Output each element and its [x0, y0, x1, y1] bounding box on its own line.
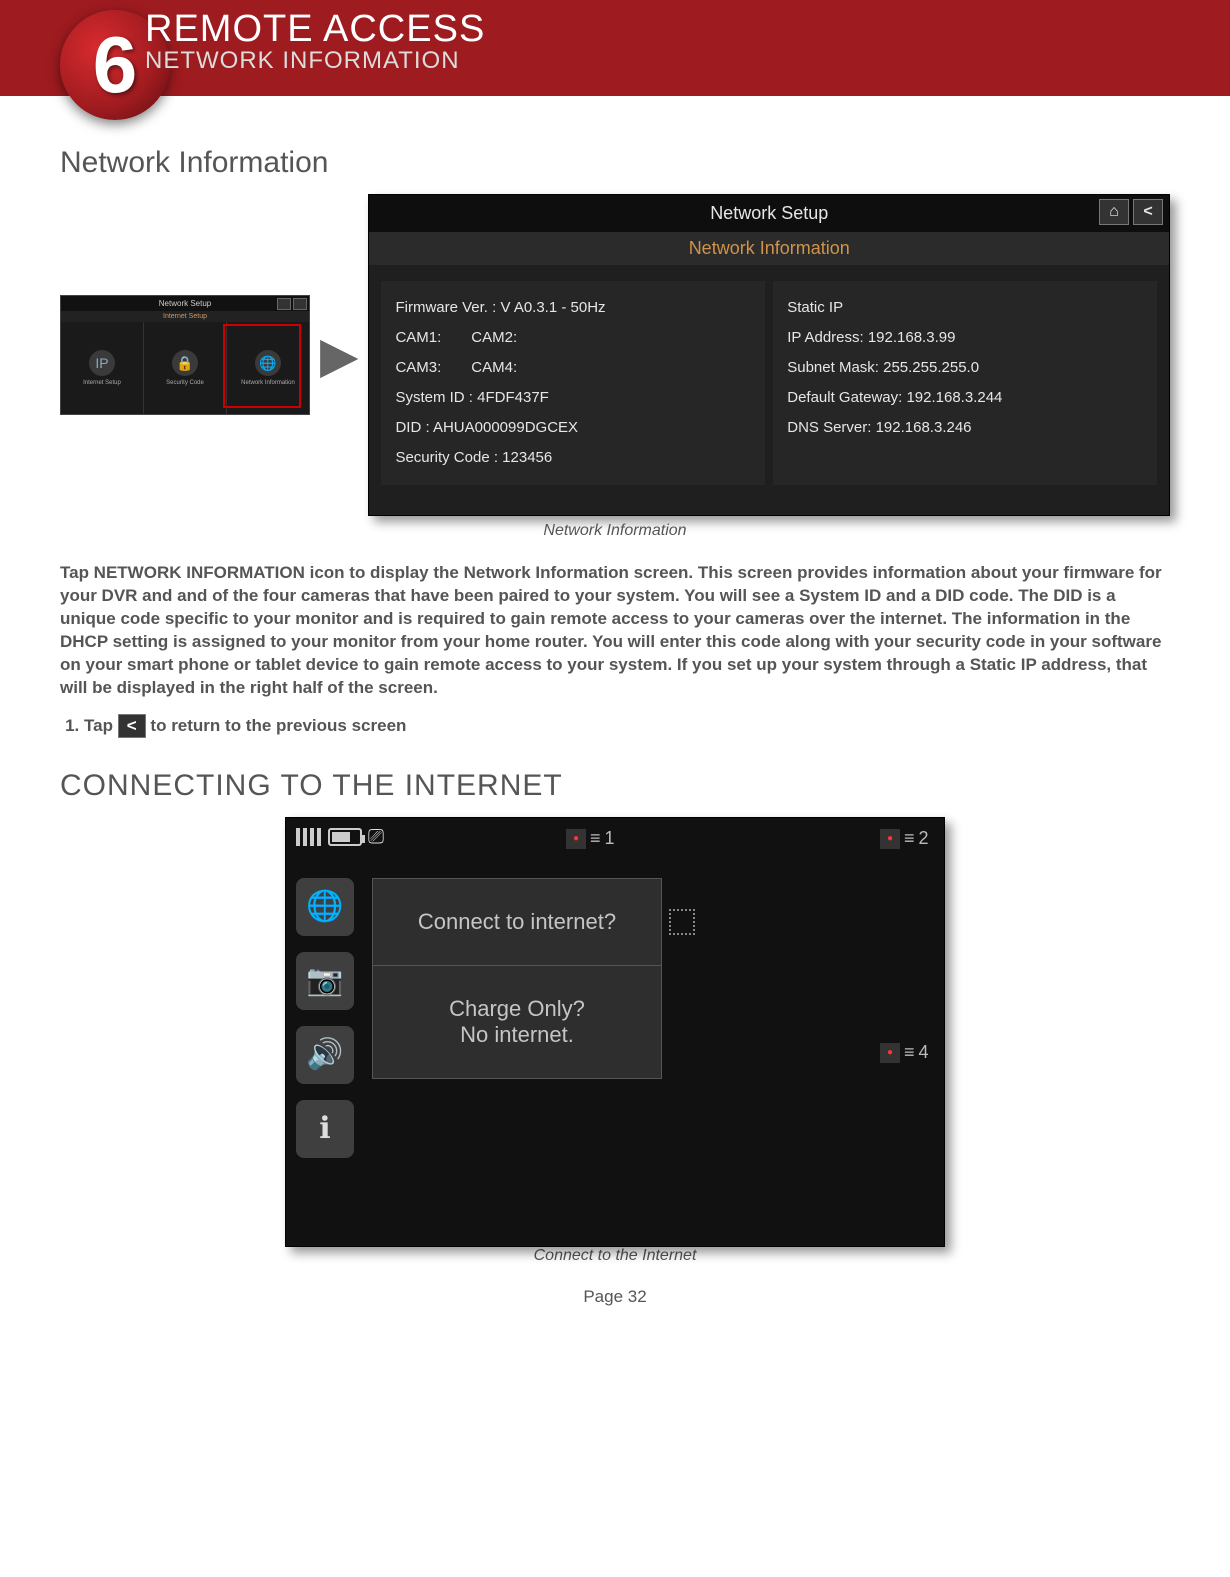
dns-server: DNS Server: 192.168.3.246	[787, 413, 1143, 443]
cam3-label: CAM3:	[395, 353, 441, 383]
lock-icon: 🔒	[172, 350, 198, 376]
chapter-number: 6	[93, 19, 138, 111]
screenshot-network-information: Network Setup ⌂ < Network Information Fi…	[368, 194, 1170, 516]
home-icon[interactable]: ⌂	[1099, 199, 1129, 225]
battery-icon	[328, 828, 362, 846]
thumbnail-network-setup-menu: Network Setup Internet Setup IPInternet …	[60, 295, 310, 415]
highlight-box	[223, 324, 301, 408]
chapter-header: 6 REMOTE ACCESS NETWORK INFORMATION	[0, 0, 1230, 96]
thumb-corner-buttons	[277, 298, 307, 310]
rec-icon	[880, 1043, 900, 1063]
default-gateway: Default Gateway: 192.168.3.244	[787, 383, 1143, 413]
connect-popup: Connect to internet? Charge Only? No int…	[372, 878, 662, 1079]
ip-icon: IP	[89, 350, 115, 376]
info-icon[interactable]: ℹ	[296, 1100, 354, 1158]
figure-caption-2: Connect to the Internet	[60, 1247, 1170, 1265]
option-connect-internet[interactable]: Connect to internet?	[373, 879, 661, 966]
header-titles: REMOTE ACCESS NETWORK INFORMATION	[145, 8, 485, 75]
status-bar: ⎚	[296, 826, 384, 849]
thumb-subtitle: Internet Setup	[61, 311, 309, 322]
thumb-cell-internet-setup: IPInternet Setup	[61, 322, 144, 414]
ip-mode: Static IP	[787, 293, 1143, 323]
security-code: Security Code : 123456	[395, 443, 751, 473]
system-id: System ID : 4FDF437F	[395, 383, 751, 413]
section-heading-connecting: CONNECTING TO THE INTERNET	[60, 769, 1170, 803]
step-list: Tap < to return to the previous screen	[60, 712, 1170, 739]
firmware-version: Firmware Ver. : V A0.3.1 - 50Hz	[395, 293, 751, 323]
globe-icon[interactable]: 🌐	[296, 878, 354, 936]
screenshot-connect-internet: ⎚ ≡1 ≡2 ≡4 🌐 📷 🔊 ℹ Connect to internet? …	[285, 817, 945, 1247]
step-1: Tap < to return to the previous screen	[84, 712, 1170, 739]
screen-title: Network Setup	[710, 203, 828, 223]
camera-icon[interactable]: 📷	[296, 952, 354, 1010]
subnet-mask: Subnet Mask: 255.255.255.0	[787, 353, 1143, 383]
speaker-icon[interactable]: 🔊	[296, 1026, 354, 1084]
ip-address: IP Address: 192.168.3.99	[787, 323, 1143, 353]
chapter-title: REMOTE ACCESS	[145, 8, 485, 51]
camera-badge-1: ≡1	[566, 824, 616, 854]
option-charge-only[interactable]: Charge Only? No internet.	[373, 966, 661, 1078]
thumb-cell-security-code: 🔒Security Code	[144, 322, 227, 414]
section-heading-network-information: Network Information	[60, 146, 1170, 180]
thumb-title: Network Setup	[61, 296, 309, 311]
checkbox-icon[interactable]	[669, 909, 695, 935]
back-button-icon: <	[118, 714, 146, 738]
camera-badge-2: ≡2	[880, 824, 930, 854]
info-left-column: Firmware Ver. : V A0.3.1 - 50Hz CAM1:CAM…	[381, 281, 765, 485]
page-number: Page 32	[60, 1287, 1170, 1307]
cam4-label: CAM4:	[471, 353, 517, 383]
screen-subtitle: Network Information	[369, 232, 1169, 265]
arrow-right-icon: ▶	[320, 326, 358, 384]
did-code: DID : AHUA000099DGCEX	[395, 413, 751, 443]
info-right-column: Static IP IP Address: 192.168.3.99 Subne…	[773, 281, 1157, 485]
side-icon-column: 🌐 📷 🔊 ℹ	[296, 878, 354, 1158]
rec-icon	[880, 829, 900, 849]
network-icon: ⎚	[368, 826, 384, 849]
camera-badge-4: ≡4	[880, 1038, 930, 1068]
chapter-subtitle: NETWORK INFORMATION	[145, 47, 485, 75]
rec-icon	[566, 829, 586, 849]
back-icon[interactable]: <	[1133, 199, 1163, 225]
figure-caption-1: Network Information	[60, 522, 1170, 540]
signal-icon	[296, 828, 322, 846]
body-paragraph: Tap NETWORK INFORMATION icon to display …	[60, 562, 1170, 700]
cam1-label: CAM1:	[395, 323, 441, 353]
cam2-label: CAM2:	[471, 323, 517, 353]
